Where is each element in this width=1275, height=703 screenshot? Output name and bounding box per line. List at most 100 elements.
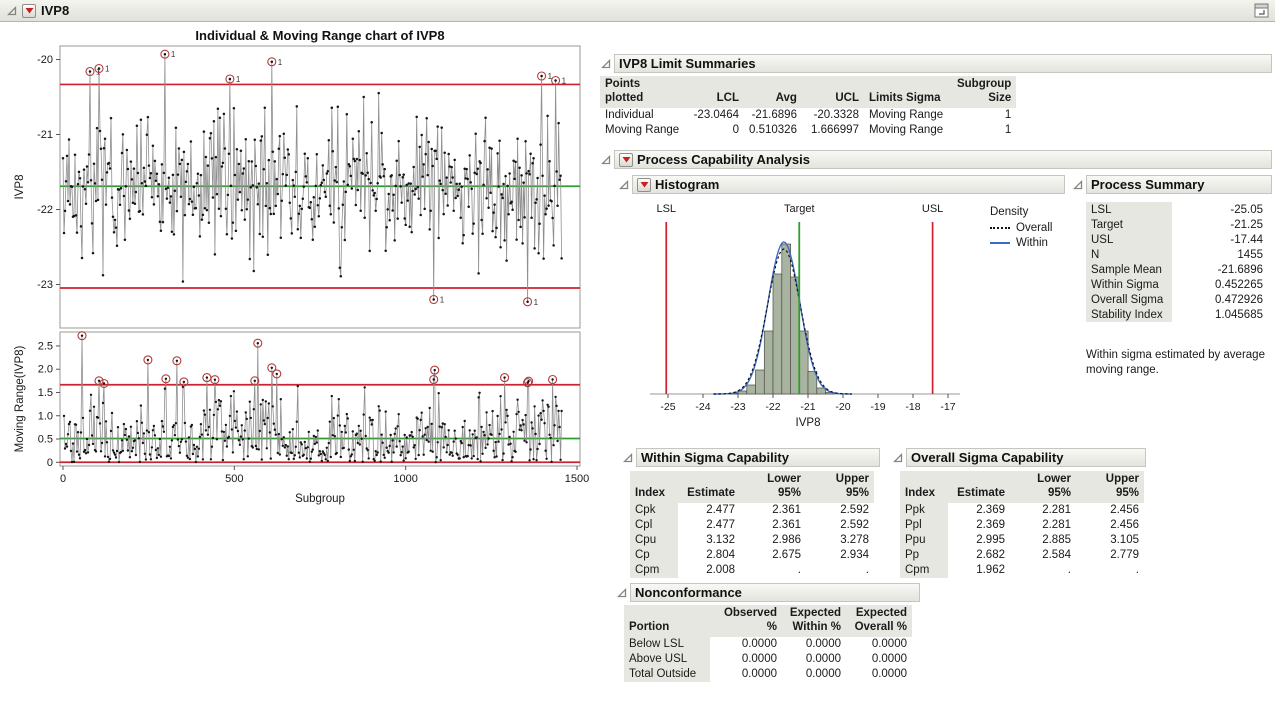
svg-text:-25: -25	[660, 401, 675, 413]
cell: 0.452265	[1172, 277, 1268, 292]
disclosure-triangle-icon[interactable]	[892, 452, 903, 463]
cell: 2.456	[1076, 518, 1144, 533]
process-capability-title: Process Capability Analysis	[637, 152, 810, 167]
cell: 2.804	[678, 548, 740, 563]
cell: -23.0464	[686, 108, 744, 123]
svg-text:-19: -19	[870, 401, 885, 413]
cell: 2.008	[678, 563, 740, 578]
overall-sigma-table: Index Estimate Lower 95% Upper 95% Ppk 2.…	[900, 471, 1144, 578]
table-row: Stability Index1.045685	[1086, 307, 1268, 322]
column-header: Index	[630, 471, 678, 503]
cell: 2.456	[1076, 503, 1144, 518]
within-sigma-title: Within Sigma Capability	[641, 450, 789, 465]
cell: 0.472926	[1172, 292, 1268, 307]
cell: 0	[686, 123, 744, 138]
table-row: USL-17.44	[1086, 232, 1268, 247]
within-sigma-note: Within sigma estimated by average moving…	[1086, 348, 1272, 378]
cell: 2.934	[806, 548, 874, 563]
column-header: Lower 95%	[1010, 471, 1076, 503]
cell: -21.6896	[1172, 262, 1268, 277]
capability-histogram[interactable]: -25-24-23-22-21-20-19-18-17IVP8LSLTarget…	[628, 198, 980, 434]
table-row: Ppu2.9952.8853.105	[900, 533, 1144, 548]
overall-sigma-title: Overall Sigma Capability	[911, 450, 1063, 465]
column-header: Subgroup Size	[952, 76, 1016, 108]
imr-chart[interactable]: Individual & Moving Range chart of IVP8 -…	[10, 24, 595, 509]
table-row: Sample Mean-21.6896	[1086, 262, 1268, 277]
cell: -25.05	[1172, 202, 1268, 217]
svg-text:1500: 1500	[565, 473, 589, 485]
disclosure-triangle-icon[interactable]	[618, 179, 629, 190]
table-row: Total Outside0.00000.00000.0000	[624, 667, 912, 682]
cell: 1.666997	[802, 123, 864, 138]
cell: 0.0000	[710, 637, 782, 652]
svg-text:-17: -17	[940, 401, 955, 413]
svg-text:1: 1	[278, 58, 283, 67]
svg-text:2.0: 2.0	[38, 364, 53, 376]
target-label: Target	[784, 203, 815, 215]
histogram-x-axis-label: IVP8	[796, 417, 821, 429]
table-header-row: Index Estimate Lower 95% Upper 95%	[900, 471, 1144, 503]
cell: 0.0000	[782, 667, 846, 682]
limit-summaries-header: IVP8 Limit Summaries	[600, 54, 1272, 73]
window-icon[interactable]	[1254, 3, 1269, 18]
process-summary-title: Process Summary	[1091, 177, 1204, 192]
red-triangle-menu-icon[interactable]	[637, 178, 651, 192]
disclosure-triangle-icon[interactable]	[6, 5, 17, 16]
cell: Ppk	[900, 503, 948, 518]
disclosure-triangle-icon[interactable]	[600, 154, 611, 165]
process-summary-table: LSL-25.05 Target-21.25 USL-17.44 N1455 S…	[1086, 202, 1268, 322]
svg-text:1: 1	[105, 65, 110, 74]
cell: 0.0000	[846, 667, 912, 682]
red-triangle-menu-icon[interactable]	[619, 153, 633, 167]
cell: -21.25	[1172, 217, 1268, 232]
process-capability-header: Process Capability Analysis	[600, 150, 1272, 169]
imr-chart-title: Individual & Moving Range chart of IVP8	[195, 28, 444, 43]
table-row: Cpl2.4772.3612.592	[630, 518, 874, 533]
cell: Moving Range	[864, 108, 952, 123]
overall-curve-swatch	[990, 227, 1010, 229]
cell: USL	[1086, 232, 1172, 247]
cell: Ppl	[900, 518, 948, 533]
cell: 2.592	[806, 518, 874, 533]
column-header: Estimate	[678, 471, 740, 503]
cell: 1455	[1172, 247, 1268, 262]
within-curve-swatch	[990, 242, 1010, 244]
table-row: Cpu3.1322.9863.278	[630, 533, 874, 548]
column-header: Expected Within %	[782, 605, 846, 637]
cell: 2.779	[1076, 548, 1144, 563]
disclosure-triangle-icon[interactable]	[1072, 179, 1083, 190]
cell: -20.3328	[802, 108, 864, 123]
report-titlebar: IVP8	[0, 0, 1275, 22]
cell: 2.584	[1010, 548, 1076, 563]
cell: 0.510326	[744, 123, 802, 138]
cell: 0.0000	[846, 637, 912, 652]
table-row: LSL-25.05	[1086, 202, 1268, 217]
cell: 2.592	[806, 503, 874, 518]
svg-text:500: 500	[225, 473, 243, 485]
cell: 3.132	[678, 533, 740, 548]
column-header: Observed %	[710, 605, 782, 637]
disclosure-triangle-icon[interactable]	[622, 452, 633, 463]
cell: 3.278	[806, 533, 874, 548]
svg-text:2.5: 2.5	[38, 340, 53, 352]
cell: Cpl	[630, 518, 678, 533]
disclosure-triangle-icon[interactable]	[616, 587, 627, 598]
disclosure-triangle-icon[interactable]	[600, 58, 611, 69]
cell: 1.962	[948, 563, 1010, 578]
cell: 2.477	[678, 518, 740, 533]
cell: Overall Sigma	[1086, 292, 1172, 307]
cell: 2.885	[1010, 533, 1076, 548]
red-triangle-menu-icon[interactable]	[22, 4, 36, 18]
cell: Ppu	[900, 533, 948, 548]
cell: Cp	[630, 548, 678, 563]
column-header: UCL	[802, 76, 864, 108]
histogram-header: Histogram	[618, 175, 1065, 194]
cell: 2.675	[740, 548, 806, 563]
cell: Cpk	[630, 503, 678, 518]
cell: 0.0000	[710, 667, 782, 682]
svg-text:-20: -20	[37, 54, 53, 66]
cell: Cpu	[630, 533, 678, 548]
column-header: Limits Sigma	[864, 76, 952, 108]
table-header-row: Points plotted LCL Avg UCL Limits Sigma …	[600, 76, 1016, 108]
cell: .	[1076, 563, 1144, 578]
